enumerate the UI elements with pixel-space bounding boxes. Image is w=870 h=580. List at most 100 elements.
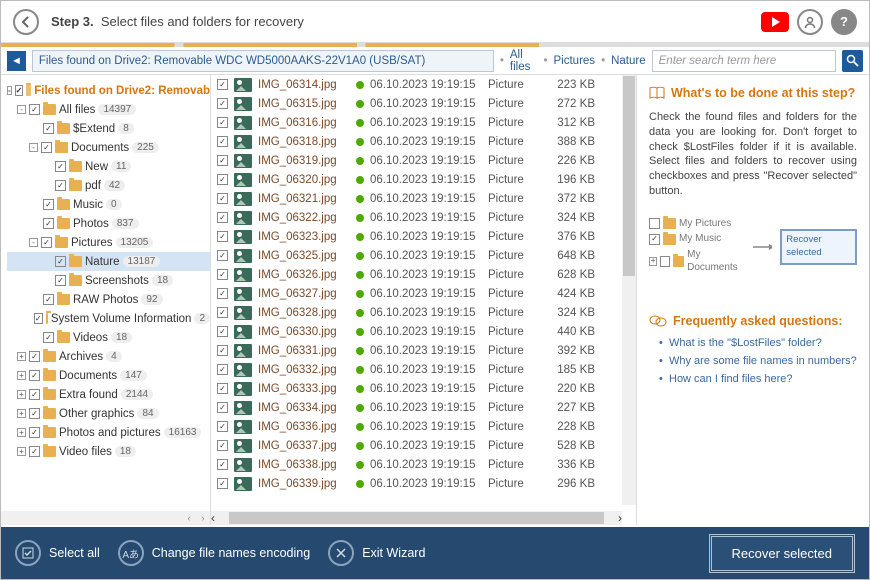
checkbox[interactable]: ✓ <box>217 155 228 166</box>
help-button[interactable]: ? <box>831 9 857 35</box>
tree-item[interactable]: ✓RAW Photos92 <box>7 290 210 309</box>
checkbox[interactable]: ✓ <box>43 199 54 210</box>
file-row[interactable]: ✓IMG_06337.jpg06.10.2023 19:19:15Picture… <box>211 436 636 455</box>
file-row[interactable]: ✓IMG_06321.jpg06.10.2023 19:19:15Picture… <box>211 189 636 208</box>
expand-toggle[interactable]: + <box>17 352 26 361</box>
youtube-icon[interactable] <box>761 12 789 32</box>
expand-toggle[interactable]: + <box>17 409 26 418</box>
checkbox[interactable]: ✓ <box>217 478 228 489</box>
tree-item[interactable]: -✓All files14397 <box>7 100 210 119</box>
checkbox[interactable]: ✓ <box>217 193 228 204</box>
checkbox[interactable]: ✓ <box>217 98 228 109</box>
tree-root[interactable]: -✓Files found on Drive2: Removab <box>7 81 210 100</box>
checkbox[interactable]: ✓ <box>217 136 228 147</box>
checkbox[interactable]: ✓ <box>29 370 40 381</box>
checkbox[interactable]: ✓ <box>217 402 228 413</box>
tree-item[interactable]: +✓Photos and pictures16163 <box>7 423 210 442</box>
checkbox[interactable]: ✓ <box>29 446 40 457</box>
expand-toggle[interactable]: + <box>17 428 26 437</box>
tree-item[interactable]: +✓Documents147 <box>7 366 210 385</box>
tree-item[interactable]: +✓Archives4 <box>7 347 210 366</box>
checkbox[interactable]: ✓ <box>217 345 228 356</box>
tree-item[interactable]: -✓Pictures13205 <box>7 233 210 252</box>
file-row[interactable]: ✓IMG_06326.jpg06.10.2023 19:19:15Picture… <box>211 265 636 284</box>
file-row[interactable]: ✓IMG_06333.jpg06.10.2023 19:19:15Picture… <box>211 379 636 398</box>
tree-item[interactable]: ✓Videos18 <box>7 328 210 347</box>
checkbox[interactable]: ✓ <box>217 269 228 280</box>
search-button[interactable] <box>842 50 863 72</box>
checkbox[interactable]: ✓ <box>217 383 228 394</box>
checkbox[interactable]: ✓ <box>43 218 54 229</box>
file-row[interactable]: ✓IMG_06332.jpg06.10.2023 19:19:15Picture… <box>211 360 636 379</box>
expand-toggle[interactable]: - <box>29 238 38 247</box>
expand-toggle[interactable]: + <box>17 447 26 456</box>
tree-item[interactable]: ✓New11 <box>7 157 210 176</box>
file-v-scrollbar[interactable] <box>622 75 636 505</box>
faq-link[interactable]: How can I find files here? <box>659 372 857 387</box>
file-row[interactable]: ✓IMG_06331.jpg06.10.2023 19:19:15Picture… <box>211 341 636 360</box>
recover-selected-button[interactable]: Recover selected <box>709 534 855 573</box>
file-row[interactable]: ✓IMG_06319.jpg06.10.2023 19:19:15Picture… <box>211 151 636 170</box>
tree-item[interactable]: ✓Screenshots18 <box>7 271 210 290</box>
file-h-scrollbar[interactable]: ‹› <box>211 511 622 525</box>
file-row[interactable]: ✓IMG_06328.jpg06.10.2023 19:19:15Picture… <box>211 303 636 322</box>
crumb-nature[interactable]: Nature <box>611 55 646 67</box>
search-input[interactable]: Enter search term here <box>652 50 837 72</box>
tree-item[interactable]: ✓Photos837 <box>7 214 210 233</box>
checkbox[interactable]: ✓ <box>29 104 40 115</box>
select-all-button[interactable]: Select all <box>15 540 100 566</box>
file-row[interactable]: ✓IMG_06322.jpg06.10.2023 19:19:15Picture… <box>211 208 636 227</box>
tree-h-scrollbar[interactable]: ‹› <box>1 511 210 525</box>
file-row[interactable]: ✓IMG_06315.jpg06.10.2023 19:19:15Picture… <box>211 94 636 113</box>
checkbox[interactable]: ✓ <box>217 212 228 223</box>
file-row[interactable]: ✓IMG_06318.jpg06.10.2023 19:19:15Picture… <box>211 132 636 151</box>
path-location[interactable]: Files found on Drive2: Removable WDC WD5… <box>32 50 494 72</box>
checkbox[interactable]: ✓ <box>55 275 66 286</box>
checkbox[interactable]: ✓ <box>217 364 228 375</box>
crumb-all[interactable]: All files <box>510 49 538 73</box>
checkbox[interactable]: ✓ <box>55 256 66 267</box>
tree-item[interactable]: +✓Video files18 <box>7 442 210 461</box>
tree-item[interactable]: ✓Nature13187 <box>7 252 210 271</box>
file-row[interactable]: ✓IMG_06338.jpg06.10.2023 19:19:15Picture… <box>211 455 636 474</box>
tree-item[interactable]: ✓System Volume Information2 <box>7 309 210 328</box>
file-row[interactable]: ✓IMG_06339.jpg06.10.2023 19:19:15Picture… <box>211 474 636 493</box>
checkbox[interactable]: ✓ <box>217 421 228 432</box>
file-row[interactable]: ✓IMG_06327.jpg06.10.2023 19:19:15Picture… <box>211 284 636 303</box>
account-button[interactable] <box>797 9 823 35</box>
faq-link[interactable]: What is the "$LostFiles" folder? <box>659 336 857 351</box>
tree-item[interactable]: ✓Music0 <box>7 195 210 214</box>
checkbox[interactable]: ✓ <box>217 231 228 242</box>
expand-toggle[interactable]: - <box>29 143 38 152</box>
checkbox[interactable]: ✓ <box>43 123 54 134</box>
checkbox[interactable]: ✓ <box>217 288 228 299</box>
checkbox[interactable]: ✓ <box>29 408 40 419</box>
exit-wizard-button[interactable]: Exit Wizard <box>328 540 425 566</box>
expand-toggle[interactable]: - <box>17 105 26 114</box>
encoding-button[interactable]: Aあ Change file names encoding <box>118 540 310 566</box>
expand-toggle[interactable]: + <box>17 390 26 399</box>
checkbox[interactable]: ✓ <box>217 79 228 90</box>
tree-item[interactable]: ✓$Extend8 <box>7 119 210 138</box>
checkbox[interactable]: ✓ <box>217 440 228 451</box>
path-back-button[interactable]: ◄ <box>7 51 26 71</box>
checkbox[interactable]: ✓ <box>55 180 66 191</box>
file-row[interactable]: ✓IMG_06316.jpg06.10.2023 19:19:15Picture… <box>211 113 636 132</box>
checkbox[interactable]: ✓ <box>29 389 40 400</box>
tree-item[interactable]: ✓pdf42 <box>7 176 210 195</box>
tree-item[interactable]: +✓Extra found2144 <box>7 385 210 404</box>
checkbox[interactable]: ✓ <box>34 313 43 324</box>
checkbox[interactable]: ✓ <box>217 307 228 318</box>
file-row[interactable]: ✓IMG_06336.jpg06.10.2023 19:19:15Picture… <box>211 417 636 436</box>
back-button[interactable] <box>13 9 39 35</box>
checkbox[interactable]: ✓ <box>41 237 52 248</box>
checkbox[interactable]: ✓ <box>29 351 40 362</box>
checkbox[interactable]: ✓ <box>217 117 228 128</box>
checkbox[interactable]: ✓ <box>43 294 54 305</box>
file-row[interactable]: ✓IMG_06323.jpg06.10.2023 19:19:15Picture… <box>211 227 636 246</box>
checkbox[interactable]: ✓ <box>217 326 228 337</box>
tree-item[interactable]: -✓Documents225 <box>7 138 210 157</box>
tree-item[interactable]: +✓Other graphics84 <box>7 404 210 423</box>
file-row[interactable]: ✓IMG_06334.jpg06.10.2023 19:19:15Picture… <box>211 398 636 417</box>
checkbox[interactable]: ✓ <box>41 142 52 153</box>
